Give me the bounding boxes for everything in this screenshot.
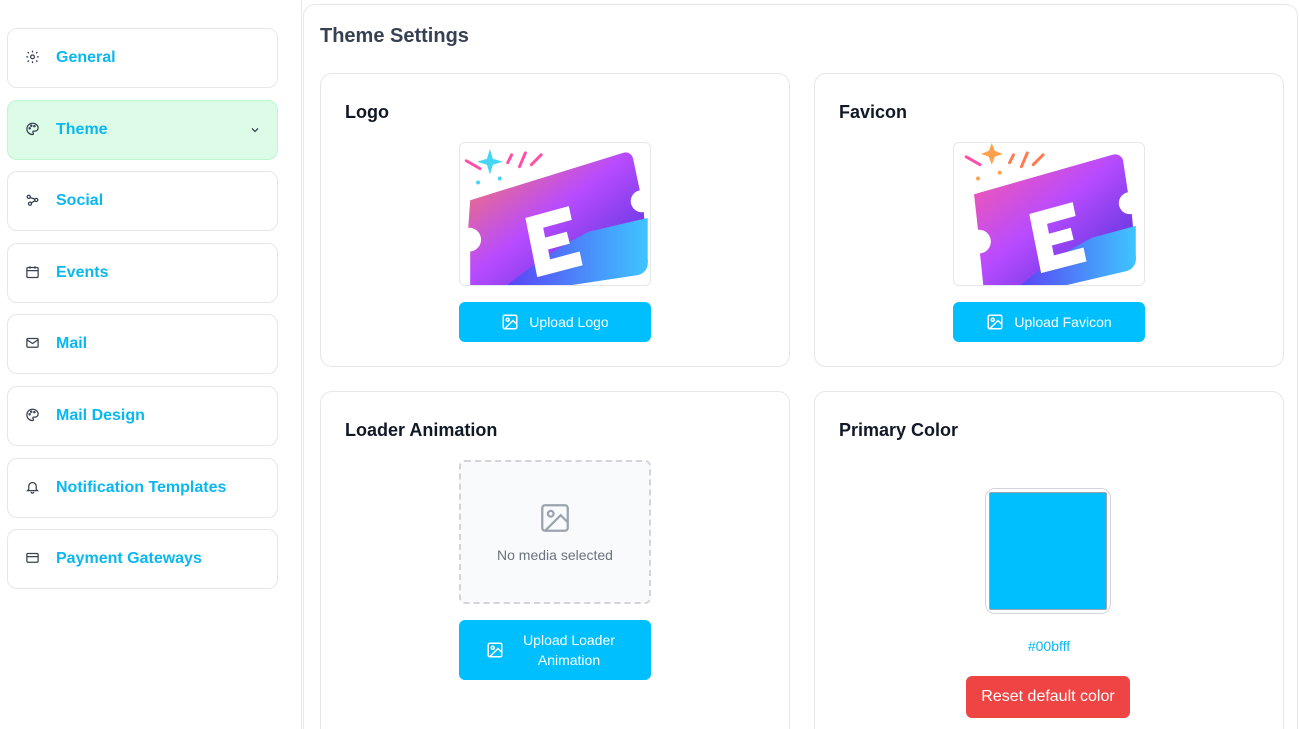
upload-loader-animation-button[interactable]: Upload Loader Animation [459, 620, 651, 680]
sidebar-item-label: Notification Templates [56, 479, 227, 496]
theme-settings-panel: Theme Settings Logo Upload Logo Favicon … [303, 4, 1298, 729]
settings-sidebar: General Theme Social Events Mail Mail De… [0, 0, 290, 729]
sidebar-item-label: Social [56, 192, 104, 209]
sidebar-item-mail-design[interactable]: Mail Design [7, 386, 278, 446]
sidebar-divider [301, 0, 302, 729]
event-ticket-favicon-image [964, 143, 1136, 285]
sidebar-item-label: Theme [56, 121, 108, 138]
favicon-card: Favicon Upload Favicon [814, 73, 1284, 367]
image-icon [987, 314, 1003, 330]
card-title: Loader Animation [345, 420, 498, 440]
loader-media-placeholder: No media selected [459, 460, 651, 604]
image-placeholder-icon [541, 504, 569, 532]
upload-favicon-label: Upload Favicon [1014, 314, 1112, 330]
sidebar-item-general[interactable]: General [7, 28, 278, 88]
palette-icon [24, 120, 40, 136]
sidebar-item-events[interactable]: Events [7, 243, 278, 303]
favicon-preview [953, 142, 1145, 286]
color-hex-value: #00bfff [1027, 638, 1071, 654]
upload-favicon-button[interactable]: Upload Favicon [953, 302, 1145, 342]
sidebar-item-label: Mail [56, 335, 88, 352]
event-ticket-logo-image [464, 148, 648, 285]
color-picker[interactable] [985, 488, 1111, 614]
upload-loader-label: Upload Loader Animation [514, 630, 624, 670]
primary-color-card: Primary Color #00bfff Reset default colo… [814, 391, 1284, 729]
sidebar-item-label: Mail Design [56, 407, 145, 424]
sidebar-item-payment-gateways[interactable]: Payment Gateways [7, 529, 278, 589]
upload-loader-label-line1: Upload Loader [523, 632, 615, 648]
sidebar-item-label: Payment Gateways [56, 550, 202, 567]
sidebar-item-social[interactable]: Social [7, 171, 278, 231]
card-title: Logo [345, 102, 389, 122]
color-swatch [989, 492, 1107, 610]
sidebar-item-label: Events [56, 264, 109, 281]
share-icon [24, 191, 40, 207]
page-title: Theme Settings [320, 25, 469, 47]
upload-loader-label-line2: Animation [537, 652, 601, 668]
reset-default-color-button[interactable]: Reset default color [966, 676, 1130, 718]
sidebar-item-theme[interactable]: Theme [7, 100, 278, 160]
sidebar-item-mail[interactable]: Mail [7, 314, 278, 374]
logo-preview [459, 142, 651, 286]
card-title: Favicon [839, 102, 908, 122]
image-icon [502, 314, 518, 330]
upload-logo-label: Upload Logo [529, 314, 609, 330]
bell-icon [24, 478, 40, 494]
sidebar-item-notification-templates[interactable]: Notification Templates [7, 458, 278, 518]
mail-icon [24, 334, 40, 350]
credit-card-icon [24, 549, 40, 565]
card-title: Primary Color [839, 420, 959, 440]
calendar-icon [24, 263, 40, 279]
chevron-down-icon [251, 128, 259, 133]
sidebar-item-label: General [56, 49, 116, 66]
loader-animation-card: Loader Animation No media selected Uploa… [320, 391, 790, 729]
logo-card: Logo Upload Logo [320, 73, 790, 367]
no-media-label: No media selected [497, 547, 613, 563]
palette-icon [24, 406, 40, 422]
gear-icon [24, 48, 40, 64]
image-icon [487, 642, 503, 658]
upload-logo-button[interactable]: Upload Logo [459, 302, 651, 342]
